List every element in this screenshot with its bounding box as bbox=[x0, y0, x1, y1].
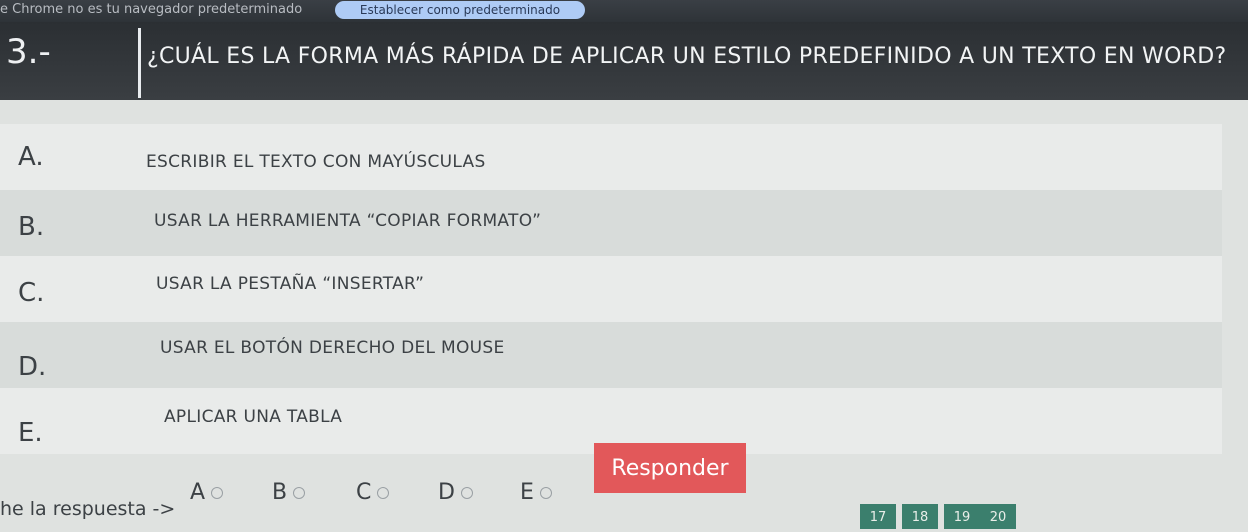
answer-choice-b[interactable]: B bbox=[272, 480, 306, 505]
page-link[interactable]: 19 bbox=[944, 504, 980, 529]
header-divider bbox=[138, 28, 141, 98]
radio-icon[interactable] bbox=[211, 487, 224, 499]
option-text: USAR LA PESTAÑA “INSERTAR” bbox=[156, 274, 425, 294]
question-text: ¿CUÁL ES LA FORMA MÁS RÁPIDA DE APLICAR … bbox=[147, 44, 1227, 69]
answer-label: he la respuesta -> bbox=[0, 498, 176, 520]
option-text: APLICAR UNA TABLA bbox=[164, 407, 343, 427]
answer-choice-d[interactable]: D bbox=[438, 480, 473, 505]
radio-icon[interactable] bbox=[293, 487, 306, 499]
option-a[interactable]: A. ESCRIBIR EL TEXTO CON MAYÚSCULAS bbox=[0, 124, 1222, 190]
option-letter: C. bbox=[18, 278, 45, 308]
choice-letter: D bbox=[438, 480, 455, 505]
option-letter: E. bbox=[18, 418, 43, 448]
radio-icon[interactable] bbox=[377, 487, 390, 499]
option-letter: B. bbox=[18, 212, 45, 242]
choice-letter: B bbox=[272, 480, 288, 505]
question-number: 3.- bbox=[6, 32, 51, 72]
option-text: ESCRIBIR EL TEXTO CON MAYÚSCULAS bbox=[146, 152, 486, 172]
browser-infobar: e Chrome no es tu navegador predetermina… bbox=[0, 0, 1248, 22]
submit-answer-button[interactable]: Responder bbox=[594, 443, 746, 493]
choice-letter: A bbox=[190, 480, 206, 505]
option-c[interactable]: C. USAR LA PESTAÑA “INSERTAR” bbox=[0, 256, 1222, 322]
page-link[interactable]: 18 bbox=[902, 504, 938, 529]
radio-icon[interactable] bbox=[539, 487, 552, 499]
option-text: USAR LA HERRAMIENTA “COPIAR FORMATO” bbox=[154, 211, 542, 231]
default-browser-message: e Chrome no es tu navegador predetermina… bbox=[0, 2, 303, 17]
page-link[interactable]: 20 bbox=[980, 504, 1016, 529]
choice-letter: C bbox=[356, 480, 372, 505]
option-b[interactable]: B. USAR LA HERRAMIENTA “COPIAR FORMATO” bbox=[0, 190, 1222, 256]
answer-choice-c[interactable]: C bbox=[356, 480, 390, 505]
option-d[interactable]: D. USAR EL BOTÓN DERECHO DEL MOUSE bbox=[0, 322, 1222, 388]
answer-choice-a[interactable]: A bbox=[190, 480, 224, 505]
option-letter: A. bbox=[18, 142, 44, 172]
radio-icon[interactable] bbox=[460, 487, 473, 499]
option-text: USAR EL BOTÓN DERECHO DEL MOUSE bbox=[160, 338, 505, 358]
option-letter: D. bbox=[18, 352, 47, 382]
choice-letter: E bbox=[520, 480, 534, 505]
set-default-button[interactable]: Establecer como predeterminado bbox=[335, 1, 585, 19]
page-link[interactable]: 17 bbox=[860, 504, 896, 529]
answer-choice-e[interactable]: E bbox=[520, 480, 552, 505]
